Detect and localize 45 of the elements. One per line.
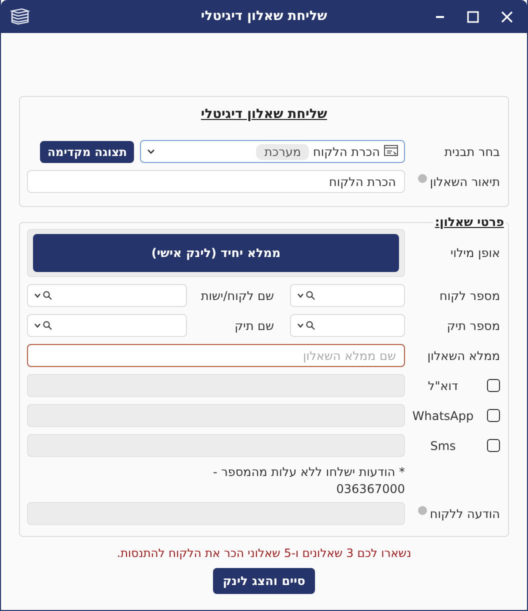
search-icon <box>43 291 52 300</box>
minimize-icon[interactable] <box>435 14 445 18</box>
field-label: שם לקוח/ישות <box>200 288 275 302</box>
maximize-icon[interactable] <box>467 10 479 22</box>
lookup-field[interactable] <box>27 284 187 307</box>
template-select[interactable]: הכרת הלקוח מערכת <box>140 140 405 163</box>
window-title: שליחת שאלון דיגיטלי <box>200 9 328 24</box>
close-icon[interactable] <box>501 10 513 22</box>
template-icon <box>384 145 398 158</box>
description-field[interactable]: הכרת הלקוח <box>27 170 405 193</box>
fill-mode-button[interactable]: ממלא יחיד (לינק אישי) <box>33 234 399 272</box>
field-label: שם תיק <box>234 318 275 332</box>
channel-label: WhatsApp <box>411 408 475 422</box>
finish-button[interactable]: סיים והצג לינק <box>212 568 316 594</box>
checkbox[interactable] <box>487 379 500 392</box>
field-label: מספר לקוח <box>438 288 501 302</box>
template-tag: מערכת <box>256 144 310 160</box>
lookup-field[interactable] <box>290 314 405 337</box>
note-text: * הודעות ישלחו ללא עלות מהמספר - 036367000 <box>212 464 405 498</box>
caret-icon <box>34 323 41 328</box>
checkbox[interactable] <box>487 439 500 452</box>
preview-button[interactable]: תצוגה מקדימה <box>40 140 134 162</box>
field-label: ממלא השאלון <box>426 348 501 362</box>
caret-icon <box>147 149 155 154</box>
filler-name-field[interactable]: שם ממלא השאלון <box>27 344 405 367</box>
caret-icon <box>297 293 304 298</box>
channel-label: דוא"ל <box>426 378 460 392</box>
checkbox[interactable] <box>487 409 500 422</box>
lookup-field[interactable] <box>290 284 405 307</box>
stack-icon <box>10 8 30 26</box>
section-legend: פרטי שאלון: <box>432 215 506 229</box>
channel-label: Sms <box>429 438 457 452</box>
caret-icon <box>297 323 304 328</box>
caret-icon <box>34 293 41 298</box>
form-heading: שליחת שאלון דיגיטלי <box>200 107 328 122</box>
field-label: מספר תיק <box>446 318 501 332</box>
field-label: תיאור השאלון <box>430 174 500 188</box>
search-icon <box>306 291 315 300</box>
lookup-field[interactable] <box>27 314 187 337</box>
search-icon <box>43 321 52 330</box>
field-label: הודעה ללקוח <box>430 506 500 520</box>
search-icon <box>306 321 315 330</box>
quota-text: נשארו לכם 3 שאלונים ו-5 שאלוני הכר את הלקוח להתנסות. <box>116 546 412 560</box>
field-label: אופן מילוי <box>450 246 501 260</box>
field-label: בחר תבנית <box>443 144 501 158</box>
